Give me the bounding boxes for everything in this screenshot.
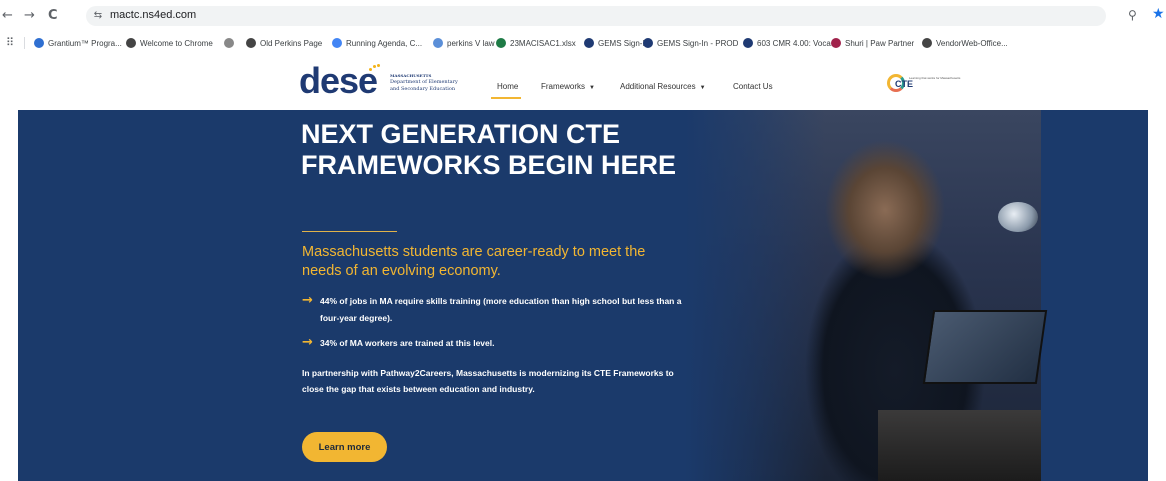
bookmark-label: Grantium™ Progra... <box>48 38 122 48</box>
bookmark-label: 23MACISAC1.xlsx <box>510 38 576 48</box>
logo-line1: MASSACHUSETTS <box>390 73 432 78</box>
bookmark-item[interactable]: GEMS Sign-In - PROD <box>643 36 738 50</box>
shield-icon <box>224 38 234 48</box>
bookmark-item[interactable]: Running Agenda, C... <box>332 36 422 50</box>
bookmark-star-icon[interactable]: ★ <box>1152 6 1165 22</box>
reload-icon[interactable]: C <box>48 8 58 24</box>
bookmark-item[interactable] <box>224 36 238 50</box>
lamp-graphic <box>998 202 1038 232</box>
docs-icon <box>332 38 342 48</box>
logo-subtitle: MASSACHUSETTS Department of Elementary a… <box>390 72 460 93</box>
bookmarks-divider <box>24 37 25 49</box>
bookmark-label: perkins V law <box>447 38 495 48</box>
hero-title: NEXT GENERATION CTE FRAMEWORKS BEGIN HER… <box>301 119 677 180</box>
bookmark-label: Running Agenda, C... <box>346 38 423 48</box>
bookmark-item[interactable]: perkins V law <box>433 36 495 50</box>
arrow-right-icon: → <box>302 293 313 308</box>
cte-logo[interactable]: CTE Learning that works for Massachusett… <box>887 74 967 96</box>
heart-icon <box>831 38 841 48</box>
hero-banner: NEXT GENERATION CTE FRAMEWORKS BEGIN HER… <box>18 110 1148 481</box>
nav-contact-us[interactable]: Contact Us <box>733 82 773 91</box>
chrome-icon <box>126 38 136 48</box>
logo-line2: Department of Elementary <box>390 79 458 85</box>
bookmark-item[interactable]: Shuri | Paw Partner <box>831 36 914 50</box>
desk-graphic <box>878 410 1041 481</box>
grantium-icon <box>34 38 44 48</box>
bookmark-item[interactable]: 603 CMR 4.00: Voca... <box>743 36 838 50</box>
zoom-icon[interactable]: ⚲ <box>1128 8 1137 22</box>
site-header: dese MASSACHUSETTS Department of Element… <box>0 54 1166 110</box>
bookmark-item[interactable]: 23MACISAC1.xlsx <box>496 36 576 50</box>
site-info-icon[interactable]: ⇆ <box>90 8 106 24</box>
bookmark-label: Welcome to Chrome <box>140 38 213 48</box>
nav-home[interactable]: Home <box>497 82 518 91</box>
stat-bullet-text: 34% of MA workers are trained at this le… <box>320 338 495 348</box>
dese-logo[interactable]: dese <box>299 60 378 102</box>
photo-fade <box>685 110 825 481</box>
cte-logo-text: CTE <box>895 79 913 89</box>
logo-dots <box>369 64 381 72</box>
hero-subtitle: Massachusetts students are career-ready … <box>302 244 646 279</box>
nav-active-underline <box>491 97 521 99</box>
shield-icon <box>643 38 653 48</box>
bookmark-item[interactable]: GEMS Sign-In <box>584 36 649 50</box>
sheet-icon <box>496 38 506 48</box>
url-text[interactable]: mactc.ns4ed.com <box>110 9 196 21</box>
nav-frameworks-label: Frameworks <box>541 82 586 91</box>
logo-line3: and Secondary Education <box>390 86 456 92</box>
stat-bullet-1: → 44% of jobs in MA require skills train… <box>302 293 702 327</box>
bookmark-label: Old Perkins Page <box>260 38 323 48</box>
bookmark-item[interactable]: Welcome to Chrome <box>126 36 213 50</box>
stat-bullet-text: 44% of jobs in MA require skills trainin… <box>320 296 682 323</box>
chevron-down-icon: ▼ <box>589 85 595 91</box>
laptop-graphic <box>922 310 1048 384</box>
forward-icon[interactable]: → <box>24 8 35 24</box>
browser-toolbar: ← → C ⇆ mactc.ns4ed.com ⚲ ★ <box>0 0 1166 32</box>
globe-icon <box>922 38 932 48</box>
shield-icon <box>584 38 594 48</box>
chevron-down-icon: ▼ <box>699 85 706 91</box>
doc-icon <box>433 38 443 48</box>
hero-paragraph: In partnership with Pathway2Careers, Mas… <box>302 368 674 394</box>
address-bar[interactable]: ⇆ mactc.ns4ed.com <box>86 6 1106 26</box>
bookmarks-bar: ⠿ Grantium™ Progra... Welcome to Chrome Ol… <box>0 32 1166 54</box>
stat-bullet-2: → 34% of MA workers are trained at this … <box>302 335 702 352</box>
globe-icon <box>246 38 256 48</box>
bookmark-item[interactable]: Grantium™ Progra... <box>34 36 122 50</box>
arrow-right-icon: → <box>302 335 313 350</box>
shield-icon <box>743 38 753 48</box>
nav-frameworks[interactable]: Frameworks ▼ <box>541 82 595 91</box>
bookmark-label: VendorWeb-Office... <box>936 38 1008 48</box>
bookmark-item[interactable]: VendorWeb-Office... <box>922 36 1008 50</box>
nav-additional-resources-label: Additional Resources <box>620 82 696 91</box>
bookmark-item[interactable]: Old Perkins Page <box>246 36 322 50</box>
bookmark-label: GEMS Sign-In - PROD <box>657 38 739 48</box>
cte-tagline: Learning that works for Massachusetts <box>909 76 961 80</box>
apps-icon[interactable]: ⠿ <box>6 36 14 49</box>
learn-more-button[interactable]: Learn more <box>302 432 387 462</box>
bookmark-label: Shuri | Paw Partner <box>845 38 915 48</box>
bookmark-label: 603 CMR 4.00: Voca... <box>757 38 838 48</box>
hero-divider <box>302 231 397 232</box>
nav-additional-resources[interactable]: Additional Resources ▼ <box>620 82 706 91</box>
back-icon[interactable]: ← <box>2 8 13 24</box>
bookmark-label: GEMS Sign-In <box>598 38 650 48</box>
